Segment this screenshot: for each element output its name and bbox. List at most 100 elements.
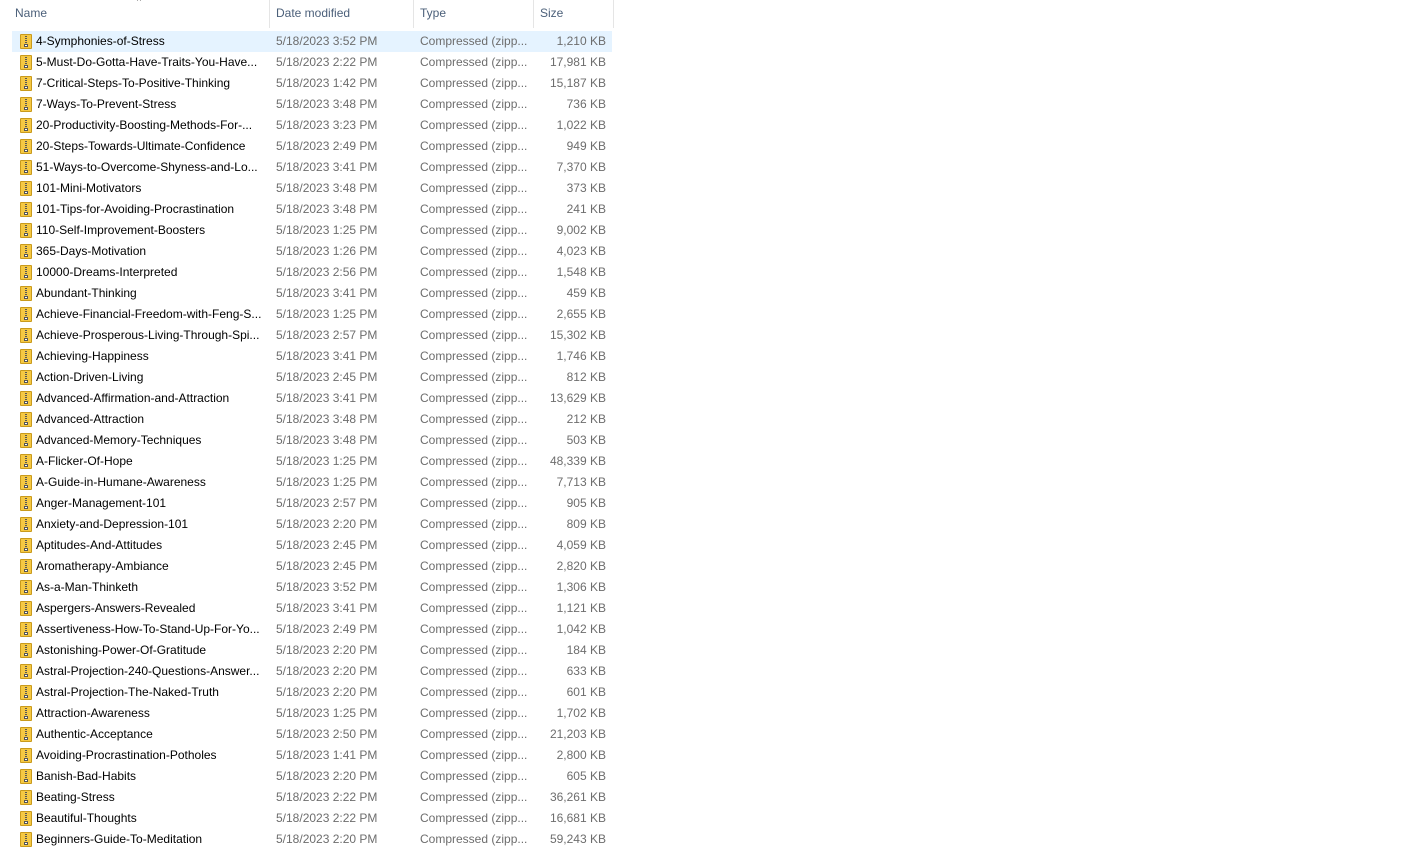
file-name: 20-Productivity-Boosting-Methods-For-... [36, 118, 253, 132]
file-row[interactable]: Attraction-Awareness 5/18/2023 1:25 PM Com… [12, 703, 612, 724]
file-row[interactable]: Advanced-Attraction 5/18/2023 3:48 PM Comp… [12, 409, 612, 430]
file-type: Compressed (zipp... [420, 265, 528, 279]
file-row[interactable]: 7-Ways-To-Prevent-Stress 5/18/2023 3:48 P… [12, 94, 612, 115]
file-row[interactable]: 51-Ways-to-Overcome-Shyness-and-Lo... 5/1… [12, 157, 612, 178]
file-name: 5-Must-Do-Gotta-Have-Traits-You-Have... [36, 55, 258, 69]
file-row[interactable]: 20-Productivity-Boosting-Methods-For-...… [12, 115, 612, 136]
file-type: Compressed (zipp... [420, 622, 528, 636]
file-date-modified: 5/18/2023 3:48 PM [276, 181, 378, 195]
file-row[interactable]: Beginners-Guide-To-Meditation 5/18/2023 2… [12, 829, 612, 850]
file-size: 949 KB [566, 139, 606, 153]
file-row[interactable]: Aptitudes-And-Attitudes 5/18/2023 2:45 PM… [12, 535, 612, 556]
file-row[interactable]: Achieve-Prosperous-Living-Through-Spi...… [12, 325, 612, 346]
file-type: Compressed (zipp... [420, 643, 528, 657]
file-row[interactable]: 10000-Dreams-Interpreted 5/18/2023 2:56 P… [12, 262, 612, 283]
file-row[interactable]: Anger-Management-101 5/18/2023 2:57 PM Com… [12, 493, 612, 514]
file-row[interactable]: As-a-Man-Thinketh 5/18/2023 3:52 PM Compre… [12, 577, 612, 598]
file-row[interactable]: Advanced-Memory-Techniques 5/18/2023 3:48… [12, 430, 612, 451]
file-type: Compressed (zipp... [420, 538, 528, 552]
file-row[interactable]: Aromatherapy-Ambiance 5/18/2023 2:45 PM Co… [12, 556, 612, 577]
file-row[interactable]: Astral-Projection-The-Naked-Truth 5/18/20… [12, 682, 612, 703]
file-date-modified: 5/18/2023 3:41 PM [276, 160, 378, 174]
file-date-modified: 5/18/2023 2:20 PM [276, 685, 378, 699]
zip-folder-icon [20, 664, 32, 679]
column-header-type[interactable]: Type [414, 0, 534, 28]
file-type: Compressed (zipp... [420, 286, 528, 300]
file-type: Compressed (zipp... [420, 664, 528, 678]
file-name: 110-Self-Improvement-Boosters [36, 223, 206, 237]
file-row[interactable]: 110-Self-Improvement-Boosters 5/18/2023 1… [12, 220, 612, 241]
file-row[interactable]: Abundant-Thinking 5/18/2023 3:41 PM Compre… [12, 283, 612, 304]
file-type: Compressed (zipp... [420, 727, 528, 741]
zip-folder-icon [20, 139, 32, 154]
file-row[interactable]: 365-Days-Motivation 5/18/2023 1:26 PM Comp… [12, 241, 612, 262]
file-row[interactable]: Avoiding-Procrastination-Potholes 5/18/20… [12, 745, 612, 766]
file-row[interactable]: Assertiveness-How-To-Stand-Up-For-Yo... 5… [12, 619, 612, 640]
column-header-date[interactable]: Date modified [270, 0, 414, 28]
zip-folder-icon [20, 181, 32, 196]
file-row[interactable]: Banish-Bad-Habits 5/18/2023 2:20 PM Compre… [12, 766, 612, 787]
file-date-modified: 5/18/2023 2:22 PM [276, 55, 378, 69]
file-size: 1,306 KB [556, 580, 606, 594]
zip-folder-icon [20, 811, 32, 826]
file-size: 16,681 KB [549, 811, 606, 825]
file-row[interactable]: A-Guide-in-Humane-Awareness 5/18/2023 1:2… [12, 472, 612, 493]
file-size: 601 KB [566, 685, 606, 699]
file-type: Compressed (zipp... [420, 580, 528, 594]
file-date-modified: 5/18/2023 1:41 PM [276, 748, 378, 762]
file-row[interactable]: 4-Symphonies-of-Stress 5/18/2023 3:52 PM C… [12, 31, 612, 52]
file-row[interactable]: Aspergers-Answers-Revealed 5/18/2023 3:41… [12, 598, 612, 619]
zip-folder-icon [20, 538, 32, 553]
file-name: Banish-Bad-Habits [36, 769, 137, 783]
file-size: 2,655 KB [556, 307, 606, 321]
zip-folder-icon [20, 244, 32, 259]
file-type: Compressed (zipp... [420, 34, 528, 48]
file-row[interactable]: Beautiful-Thoughts 5/18/2023 2:22 PM Compr… [12, 808, 612, 829]
file-date-modified: 5/18/2023 1:25 PM [276, 307, 378, 321]
file-row[interactable]: Achieve-Financial-Freedom-with-Feng-S...… [12, 304, 612, 325]
file-name: Aptitudes-And-Attitudes [36, 538, 163, 552]
file-name: Aromatherapy-Ambiance [36, 559, 169, 573]
file-name: Astral-Projection-The-Naked-Truth [36, 685, 219, 699]
file-name: Achieve-Prosperous-Living-Through-Spi... [36, 328, 260, 342]
file-name: Achieving-Happiness [36, 349, 149, 363]
file-size: 503 KB [566, 433, 606, 447]
file-row[interactable]: Beating-Stress 5/18/2023 2:22 PM Compresse… [12, 787, 612, 808]
file-row[interactable]: 101-Mini-Motivators 5/18/2023 3:48 PM Comp… [12, 178, 612, 199]
column-header-size[interactable]: Size [534, 0, 614, 28]
file-row[interactable]: Astonishing-Power-Of-Gratitude 5/18/2023 … [12, 640, 612, 661]
file-row[interactable]: A-Flicker-Of-Hope 5/18/2023 1:25 PM Compre… [12, 451, 612, 472]
file-row[interactable]: Action-Driven-Living 5/18/2023 2:45 PM Com… [12, 367, 612, 388]
file-name: Advanced-Affirmation-and-Attraction [36, 391, 230, 405]
file-date-modified: 5/18/2023 3:52 PM [276, 580, 378, 594]
file-type: Compressed (zipp... [420, 181, 528, 195]
file-type: Compressed (zipp... [420, 118, 528, 132]
file-row[interactable]: Anxiety-and-Depression-101 5/18/2023 2:20… [12, 514, 612, 535]
file-type: Compressed (zipp... [420, 496, 528, 510]
file-date-modified: 5/18/2023 1:25 PM [276, 475, 378, 489]
file-row[interactable]: Achieving-Happiness 5/18/2023 3:41 PM Comp… [12, 346, 612, 367]
file-size: 1,121 KB [556, 601, 606, 615]
file-row[interactable]: 101-Tips-for-Avoiding-Procrastination 5/1… [12, 199, 612, 220]
file-size: 1,548 KB [556, 265, 606, 279]
file-type: Compressed (zipp... [420, 160, 528, 174]
file-row[interactable]: Astral-Projection-240-Questions-Answer..… [12, 661, 612, 682]
file-size: 7,370 KB [556, 160, 606, 174]
file-name: 7-Critical-Steps-To-Positive-Thinking [36, 76, 231, 90]
file-name: A-Guide-in-Humane-Awareness [36, 475, 206, 489]
file-name: Astral-Projection-240-Questions-Answer..… [36, 664, 260, 678]
file-row[interactable]: 20-Steps-Towards-Ultimate-Confidence 5/18… [12, 136, 612, 157]
file-row[interactable]: 7-Critical-Steps-To-Positive-Thinking 5/1… [12, 73, 612, 94]
file-size: 21,203 KB [549, 727, 606, 741]
file-date-modified: 5/18/2023 2:57 PM [276, 328, 378, 342]
file-row[interactable]: Advanced-Affirmation-and-Attraction 5/18/… [12, 388, 612, 409]
file-size: 459 KB [566, 286, 606, 300]
file-date-modified: 5/18/2023 2:49 PM [276, 139, 378, 153]
file-name: Beginners-Guide-To-Meditation [36, 832, 203, 846]
file-name: 4-Symphonies-of-Stress [36, 34, 165, 48]
file-row[interactable]: Authentic-Acceptance 5/18/2023 2:50 PM Com… [12, 724, 612, 745]
file-row[interactable]: 5-Must-Do-Gotta-Have-Traits-You-Have... 5… [12, 52, 612, 73]
zip-folder-icon [20, 454, 32, 469]
zip-folder-icon [20, 475, 32, 490]
file-date-modified: 5/18/2023 1:26 PM [276, 244, 378, 258]
